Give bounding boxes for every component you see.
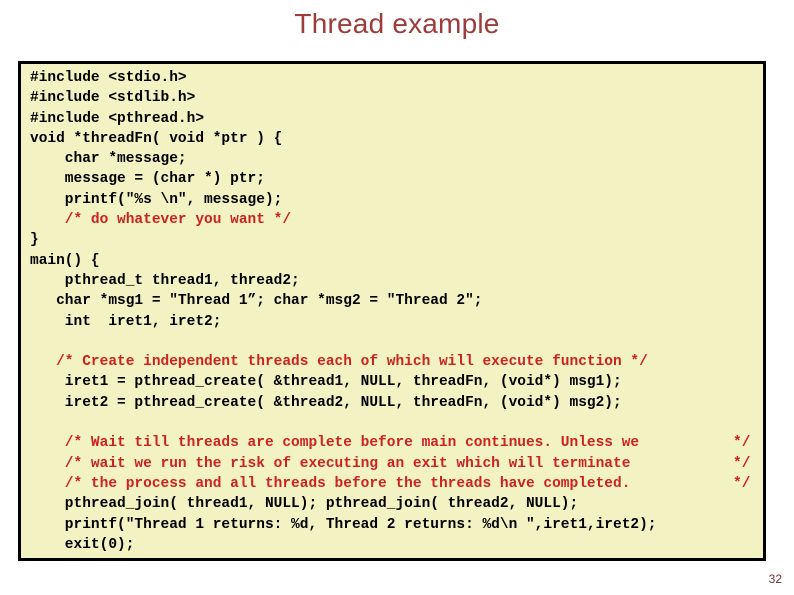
code-line: iret1 = pthread_create( &thread1, NULL, … (30, 374, 622, 391)
code-line: exit(0); (30, 536, 135, 553)
code-line: int iret1, iret2; (30, 313, 222, 330)
code-line: iret2 = pthread_create( &thread2, NULL, … (30, 394, 622, 411)
code-line: message = (char *) ptr; (30, 171, 265, 188)
code-line: pthread_t thread1, thread2; (30, 272, 300, 289)
slide: Thread example #include <stdio.h> #includ… (0, 0, 794, 595)
page-title: Thread example (294, 8, 500, 39)
code-line: printf("Thread 1 returns: %d, Thread 2 r… (30, 516, 657, 533)
code-line: #include <pthread.h> (30, 110, 205, 127)
code-line: /* do whatever you want */ (30, 212, 292, 229)
code-line: pthread_join( thread1, NULL); pthread_jo… (30, 496, 579, 513)
code-line: /* wait we run the risk of executing an … (30, 454, 761, 474)
comment-close-marker: */ (733, 475, 751, 492)
code-line: printf("%s \n", message); (30, 191, 283, 208)
code-line: char *message; (30, 151, 187, 168)
code-line: /* Create independent threads each of wh… (30, 354, 648, 371)
code-line: char *msg1 = "Thread 1”; char *msg2 = "T… (30, 293, 483, 310)
code-line: void *threadFn( void *ptr ) { (30, 130, 283, 147)
code-line: /* the process and all threads before th… (30, 474, 761, 494)
code-line: } (30, 232, 39, 249)
code-listing-box: #include <stdio.h> #include <stdlib.h> #in… (18, 61, 766, 561)
code-line: #include <stdlib.h> (30, 90, 196, 107)
code-line: #include <stdio.h> (30, 70, 187, 86)
comment-close-marker: */ (733, 455, 751, 472)
slide-number: 32 (768, 572, 782, 586)
code-listing: #include <stdio.h> #include <stdlib.h> #in… (30, 68, 761, 558)
code-line: /* Wait till threads are complete before… (30, 433, 761, 453)
comment-close-marker: */ (733, 435, 751, 452)
code-line: main() { (30, 252, 100, 269)
